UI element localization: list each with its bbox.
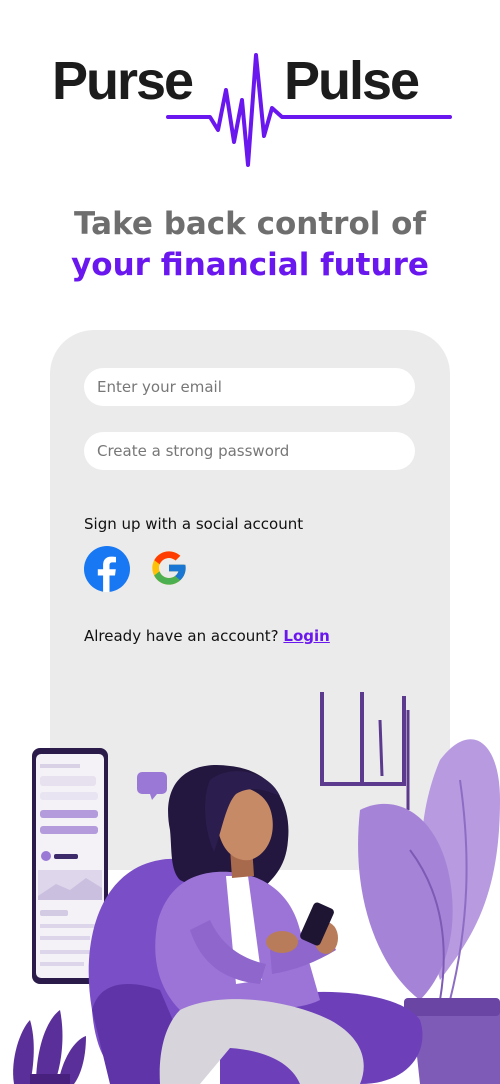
tagline-line-1: Take back control of	[74, 206, 426, 242]
google-icon	[152, 551, 186, 585]
tagline-line-2: your financial future	[71, 247, 429, 283]
password-field[interactable]	[84, 432, 415, 470]
login-prompt-text: Already have an account?	[84, 627, 279, 645]
social-signup-label: Sign up with a social account	[84, 515, 304, 533]
woman-with-phone-illustration	[13, 692, 500, 1084]
login-link[interactable]: Login	[283, 627, 329, 645]
heartbeat-line-icon	[166, 53, 452, 167]
small-plant-illustration	[13, 1010, 86, 1084]
facebook-signup-button[interactable]	[84, 546, 130, 592]
woman-illustration	[155, 764, 364, 1084]
facebook-icon	[84, 546, 130, 592]
google-signup-button[interactable]	[149, 548, 189, 588]
login-prompt: Already have an account? Login	[84, 627, 330, 645]
window-frame-illustration	[320, 692, 410, 810]
email-field[interactable]	[84, 368, 415, 406]
speech-bubble-illustration	[137, 772, 167, 800]
app-logo: Purse Pulse	[50, 50, 452, 170]
